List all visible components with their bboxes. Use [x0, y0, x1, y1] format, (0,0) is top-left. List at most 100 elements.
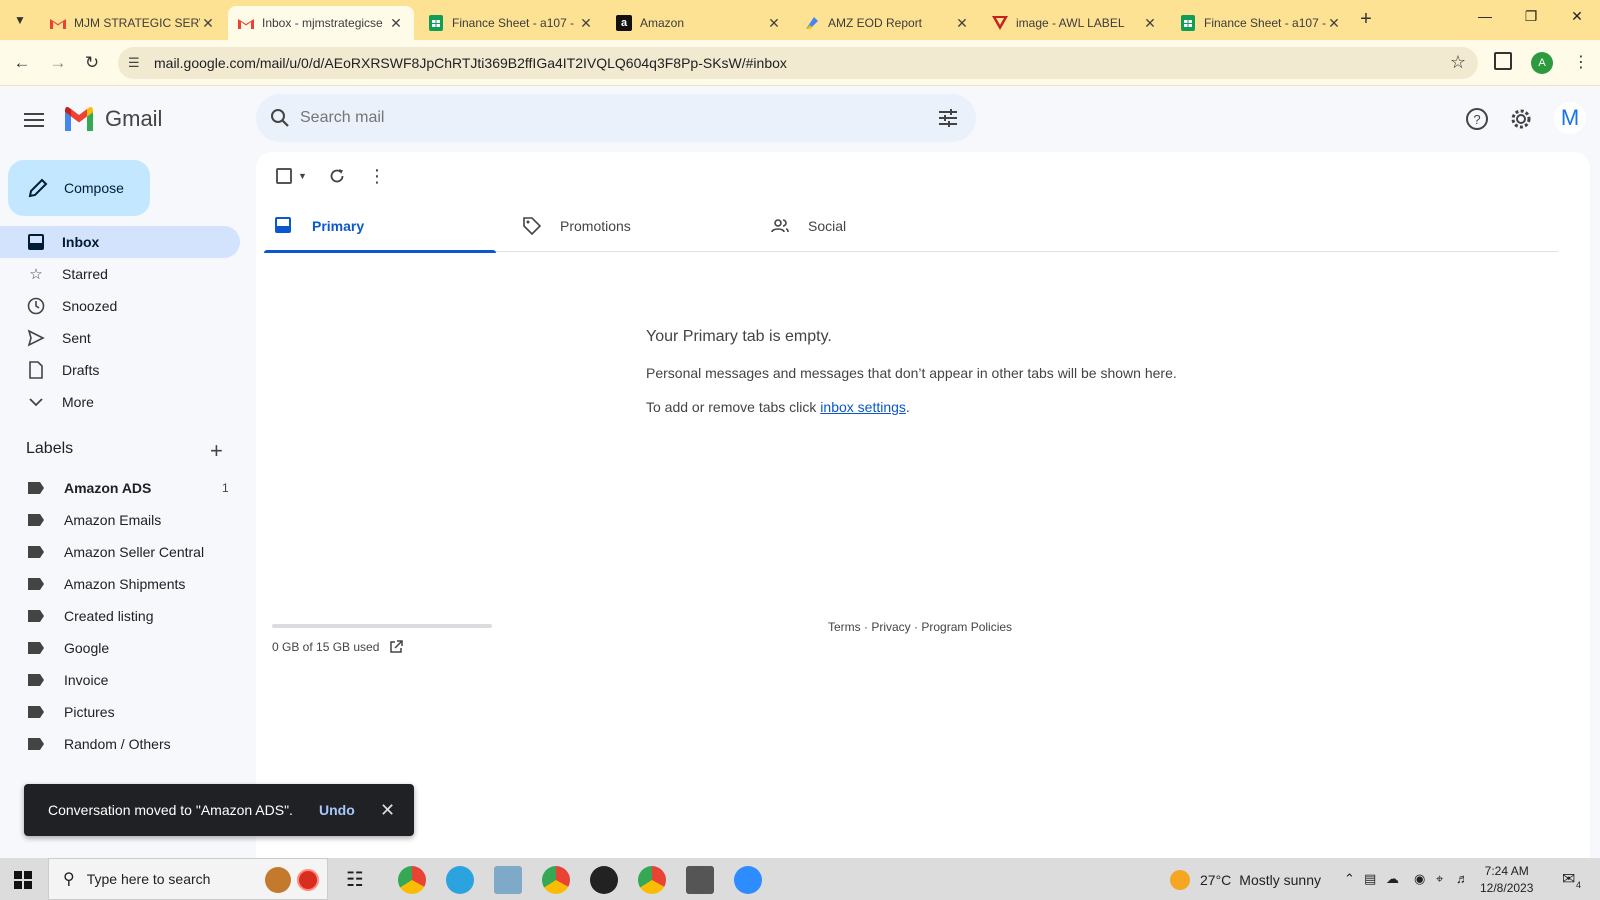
- search-options-icon[interactable]: [936, 106, 960, 130]
- task-view-icon[interactable]: ☷: [346, 867, 374, 895]
- onedrive-icon[interactable]: ☁: [1386, 871, 1399, 887]
- refresh-icon[interactable]: [328, 164, 346, 188]
- main-menu-icon[interactable]: [22, 110, 46, 130]
- nav-item-more[interactable]: More: [0, 386, 240, 418]
- compose-button[interactable]: Compose: [8, 160, 150, 216]
- browser-tab[interactable]: Finance Sheet - a107 - ✕: [1170, 6, 1352, 40]
- label-item[interactable]: Amazon Seller Central: [0, 536, 240, 568]
- browser-tab-bar: ▼ MJM STRATEGIC SERV ✕ Inbox - mjmstrate…: [0, 0, 1600, 40]
- close-tab-icon[interactable]: ✕: [388, 15, 404, 32]
- undo-button[interactable]: Undo: [319, 802, 355, 818]
- volume-icon[interactable]: ♬: [1456, 871, 1469, 886]
- nav-item-drafts[interactable]: Drafts: [0, 354, 240, 386]
- close-tab-icon[interactable]: ✕: [200, 15, 216, 32]
- label-name: Random / Others: [64, 736, 171, 752]
- chrome-taskbar-icon[interactable]: [398, 866, 426, 894]
- close-tab-icon[interactable]: ✕: [766, 15, 782, 32]
- browser-tab[interactable]: Finance Sheet - a107 - ✕: [418, 6, 604, 40]
- url-text[interactable]: mail.google.com/mail/u/0/d/AEoRXRSWF8JpC…: [154, 55, 787, 71]
- search-icon[interactable]: [268, 106, 292, 130]
- device-icon[interactable]: ▤: [1364, 871, 1376, 887]
- label-item[interactable]: Amazon Shipments: [0, 568, 240, 600]
- close-tab-icon[interactable]: ✕: [1326, 15, 1342, 32]
- system-clock[interactable]: 7:24 AM 12/8/2023: [1480, 863, 1533, 897]
- minimize-icon[interactable]: —: [1470, 8, 1500, 24]
- label-item[interactable]: Google: [0, 632, 240, 664]
- microphone-icon[interactable]: ◉: [1414, 871, 1425, 887]
- back-arrow-icon[interactable]: ←: [10, 51, 34, 75]
- create-label-plus-icon[interactable]: +: [210, 438, 223, 464]
- tab-promotions[interactable]: Promotions: [512, 200, 744, 252]
- tab-primary[interactable]: Primary: [264, 200, 496, 253]
- omnibox[interactable]: ☰ mail.google.com/mail/u/0/d/AEoRXRSWF8J…: [118, 47, 1478, 79]
- chrome-profile-taskbar-icon[interactable]: [542, 866, 570, 894]
- help-icon[interactable]: ?: [1464, 106, 1490, 132]
- nav-item-snoozed[interactable]: Snoozed: [0, 290, 240, 322]
- browser-tab-active[interactable]: Inbox - mjmstrategicse ✕: [228, 6, 414, 40]
- label-item[interactable]: Random / Others: [0, 728, 240, 760]
- site-info-icon[interactable]: ☰: [128, 55, 140, 71]
- restore-icon[interactable]: ❐: [1516, 8, 1546, 25]
- close-tab-icon[interactable]: ✕: [578, 15, 594, 32]
- terms-link[interactable]: Terms: [828, 620, 861, 634]
- tab-title: Finance Sheet - a107 -: [452, 16, 575, 30]
- reload-icon[interactable]: ↻: [80, 51, 104, 75]
- browser-tab[interactable]: image - AWL LABEL ✕: [982, 6, 1168, 40]
- select-checkbox[interactable]: ▼: [276, 164, 307, 188]
- clock-date: 12/8/2023: [1480, 881, 1534, 895]
- account-avatar[interactable]: M: [1554, 102, 1586, 134]
- chrome-profile2-taskbar-icon[interactable]: [638, 866, 666, 894]
- taskbar-search[interactable]: ⚲ Type here to search: [48, 858, 328, 900]
- close-tab-icon[interactable]: ✕: [1142, 15, 1158, 32]
- sheets-favicon-icon: [1180, 15, 1196, 31]
- tab-social[interactable]: Social: [760, 200, 992, 252]
- label-item[interactable]: Pictures: [0, 696, 240, 728]
- telegram-taskbar-icon[interactable]: [446, 866, 474, 894]
- windows-start-icon[interactable]: [14, 871, 32, 889]
- weather-widget[interactable]: 27°C Mostly sunny: [1170, 870, 1321, 890]
- privacy-link[interactable]: Privacy: [871, 620, 910, 634]
- zoom-taskbar-icon[interactable]: [734, 866, 762, 894]
- storage-info: 0 GB of 15 GB used: [272, 640, 404, 654]
- calculator-taskbar-icon[interactable]: [686, 866, 714, 894]
- browser-tab[interactable]: AMZ EOD Report ✕: [794, 6, 980, 40]
- chrome-profile-avatar[interactable]: A: [1531, 52, 1553, 74]
- notification-center-icon[interactable]: ✉: [1562, 869, 1575, 889]
- nav-item-starred[interactable]: ☆ Starred: [0, 258, 240, 290]
- tab-search-chevron-icon[interactable]: ▼: [8, 8, 32, 32]
- nav-item-inbox[interactable]: Inbox: [0, 226, 240, 258]
- program-policies-link[interactable]: Program Policies: [921, 620, 1012, 634]
- external-link-icon[interactable]: [389, 640, 404, 654]
- browser-tab[interactable]: MJM STRATEGIC SERV ✕: [40, 6, 226, 40]
- search-highlight-icon: [265, 867, 291, 893]
- search-input[interactable]: [300, 104, 880, 132]
- close-tab-icon[interactable]: ✕: [954, 15, 970, 32]
- gmail-logo[interactable]: Gmail: [63, 106, 162, 132]
- chrome-menu-icon[interactable]: ⋮: [1573, 52, 1589, 72]
- temperature: 27°C: [1200, 872, 1232, 888]
- label-tag-icon: [28, 674, 44, 686]
- forward-arrow-icon[interactable]: →: [46, 51, 70, 75]
- side-panel-icon[interactable]: [1494, 52, 1512, 70]
- label-item[interactable]: Amazon Emails: [0, 504, 240, 536]
- browser-tab[interactable]: a Amazon ✕: [606, 6, 792, 40]
- wifi-icon[interactable]: ⌖: [1436, 871, 1443, 887]
- label-name: Amazon Seller Central: [64, 544, 205, 560]
- label-item[interactable]: Amazon ADS 1: [0, 472, 240, 504]
- notepad-taskbar-icon[interactable]: [494, 866, 522, 894]
- bookmark-star-icon[interactable]: ☆: [1450, 52, 1466, 73]
- label-item[interactable]: Created listing: [0, 600, 240, 632]
- label-name: Amazon Emails: [64, 512, 162, 528]
- label-item[interactable]: Invoice: [0, 664, 240, 696]
- inbox-settings-link[interactable]: inbox settings: [820, 399, 906, 415]
- close-window-icon[interactable]: ✕: [1562, 8, 1592, 25]
- more-options-icon[interactable]: ⋮: [368, 164, 386, 188]
- tray-chevron-up-icon[interactable]: ⌃: [1344, 871, 1355, 887]
- settings-gear-icon[interactable]: [1508, 106, 1534, 132]
- category-tabs: Primary Promotions Social: [264, 200, 1558, 253]
- label-tag-icon: [28, 738, 44, 750]
- new-tab-plus-icon[interactable]: +: [1352, 8, 1380, 32]
- close-toast-icon[interactable]: ✕: [380, 800, 395, 821]
- app-taskbar-icon[interactable]: [590, 866, 618, 894]
- nav-item-sent[interactable]: Sent: [0, 322, 240, 354]
